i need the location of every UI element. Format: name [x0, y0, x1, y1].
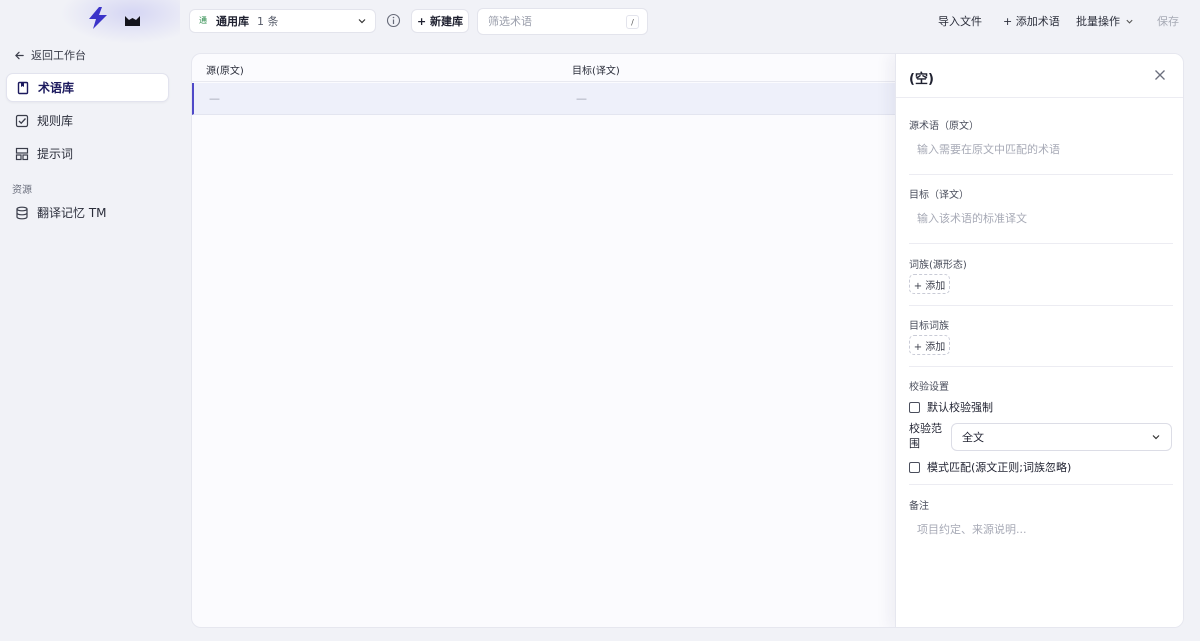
divider — [909, 174, 1173, 175]
target-term-input[interactable] — [909, 205, 1173, 231]
divider — [909, 484, 1173, 485]
library-count: 1 条 — [257, 15, 279, 28]
section-label-resources: 资源 — [12, 185, 32, 196]
batch-actions-label: 批量操作 — [1076, 15, 1120, 28]
book-icon — [17, 81, 29, 94]
shortcut-hint: / — [626, 15, 639, 29]
column-header-target: 目标(译文) — [572, 66, 620, 77]
add-term-button[interactable]: + 添加术语 — [1003, 12, 1060, 30]
library-badge: 通 — [199, 16, 207, 25]
checkbox-icon — [15, 114, 29, 127]
sidebar-item-prompts[interactable]: 提示词 — [6, 139, 169, 168]
default-enforce-label: 默认校验强制 — [927, 401, 993, 414]
source-family-label: 词族(源形态) — [909, 260, 967, 271]
panel-title: (空) — [909, 72, 934, 87]
term-table-card: 源(原文) 目标(译文) — — (空) 源术语（原文） 目标（译文） 词族(源… — [191, 53, 1184, 628]
validation-scope-value: 全文 — [962, 431, 984, 444]
chevron-down-icon — [357, 16, 367, 26]
sidebar-item-rules[interactable]: 规则库 — [6, 106, 169, 135]
target-term-label: 目标（译文） — [909, 190, 969, 201]
back-to-workbench-link[interactable]: 返回工作台 — [14, 46, 86, 64]
batch-actions-button[interactable]: 批量操作 — [1076, 12, 1134, 30]
add-target-family-button[interactable]: + 添加 — [909, 335, 950, 355]
chevron-down-icon — [1151, 432, 1161, 442]
close-icon[interactable] — [1153, 68, 1167, 82]
sidebar-item-translation-memory[interactable]: 翻译记忆 TM — [6, 198, 169, 227]
filter-box: / — [477, 8, 648, 35]
term-detail-panel: (空) 源术语（原文） 目标（译文） 词族(源形态) + 添加 目标词族 + 添… — [895, 54, 1183, 627]
column-header-source: 源(原文) — [206, 66, 244, 77]
chevron-down-icon — [1126, 19, 1133, 24]
source-term-input[interactable] — [909, 136, 1173, 162]
sidebar-item-label: 术语库 — [38, 81, 75, 95]
info-icon[interactable] — [386, 13, 401, 28]
filter-terms-input[interactable] — [478, 9, 647, 34]
sidebar-item-label: 规则库 — [37, 114, 74, 128]
database-icon — [16, 206, 28, 219]
sidebar: 返回工作台 术语库 规则库 提示词 资源 翻译记忆 TM — [0, 0, 180, 641]
notes-input[interactable] — [909, 516, 1173, 542]
source-term-label: 源术语（原文） — [909, 121, 979, 132]
sidebar-item-termbase[interactable]: 术语库 — [6, 73, 169, 102]
cell-target: — — [576, 92, 587, 105]
validation-scope-select[interactable]: 全文 — [951, 423, 1172, 451]
validation-scope-label: 校验范围 — [909, 422, 942, 450]
template-icon — [15, 147, 29, 160]
sidebar-item-label: 翻译记忆 TM — [37, 206, 107, 220]
divider — [909, 243, 1173, 244]
panel-header: (空) — [896, 54, 1183, 98]
add-source-family-button[interactable]: + 添加 — [909, 274, 950, 294]
new-library-button[interactable]: + 新建库 — [411, 9, 469, 33]
logo-glow — [60, 0, 180, 44]
library-select[interactable]: 通 通用库 1 条 — [189, 9, 376, 33]
cell-source: — — [209, 92, 220, 105]
target-family-label: 目标词族 — [909, 321, 949, 332]
cat-logo-icon — [125, 16, 140, 26]
checkbox-box[interactable] — [909, 401, 920, 413]
arrow-left-icon — [15, 51, 24, 59]
table-row[interactable]: — — — [192, 83, 895, 115]
default-enforce-checkbox[interactable]: 默认校验强制 — [909, 399, 993, 415]
pattern-match-checkbox[interactable]: 模式匹配(源文正则;词族忽略) — [909, 459, 1071, 475]
checkbox-box[interactable] — [909, 461, 920, 473]
import-file-button[interactable]: 导入文件 — [938, 12, 982, 30]
save-button[interactable]: 保存 — [1157, 12, 1179, 30]
validation-settings-label: 校验设置 — [909, 382, 949, 393]
notes-label: 备注 — [909, 501, 929, 512]
library-name: 通用库 — [216, 15, 249, 28]
divider — [909, 366, 1173, 367]
back-label: 返回工作台 — [31, 49, 86, 62]
table-header: 源(原文) 目标(译文) — [192, 54, 895, 82]
bolt-logo-icon — [89, 7, 107, 29]
divider — [909, 305, 1173, 306]
pattern-match-label: 模式匹配(源文正则;词族忽略) — [927, 461, 1072, 474]
sidebar-item-label: 提示词 — [37, 147, 74, 161]
